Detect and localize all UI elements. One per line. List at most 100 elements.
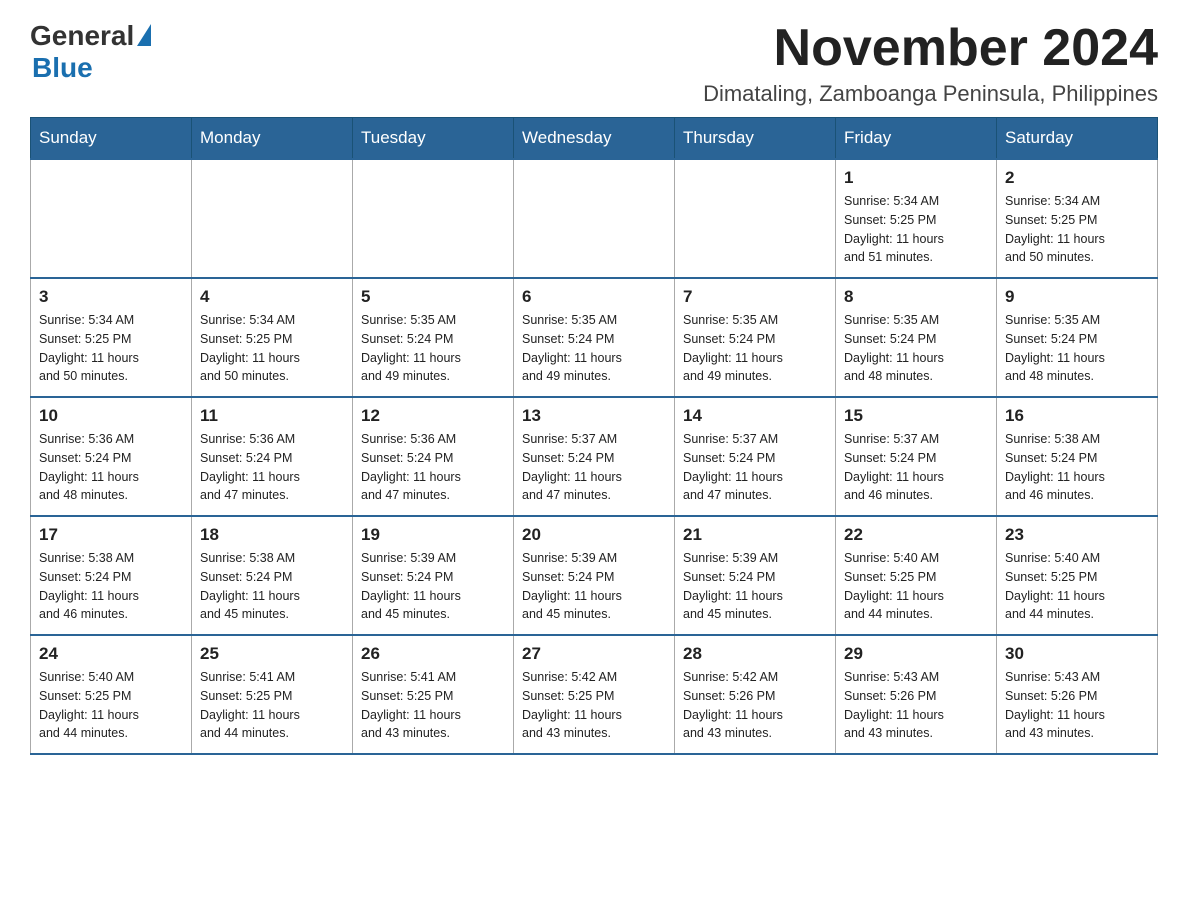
calendar-cell: 15 Sunrise: 5:37 AM Sunset: 5:24 PM Dayli… (836, 397, 997, 516)
calendar-cell: 29 Sunrise: 5:43 AM Sunset: 5:26 PM Dayli… (836, 635, 997, 754)
day-info: Sunrise: 5:35 AM Sunset: 5:24 PM Dayligh… (844, 311, 988, 386)
day-info: Sunrise: 5:35 AM Sunset: 5:24 PM Dayligh… (1005, 311, 1149, 386)
day-number: 9 (1005, 287, 1149, 307)
day-number: 24 (39, 644, 183, 664)
day-info: Sunrise: 5:37 AM Sunset: 5:24 PM Dayligh… (522, 430, 666, 505)
calendar-cell (31, 159, 192, 278)
week-row-2: 3 Sunrise: 5:34 AM Sunset: 5:25 PM Daylig… (31, 278, 1158, 397)
logo-triangle-icon (137, 24, 151, 46)
day-number: 3 (39, 287, 183, 307)
day-number: 30 (1005, 644, 1149, 664)
calendar-cell: 10 Sunrise: 5:36 AM Sunset: 5:24 PM Dayli… (31, 397, 192, 516)
calendar-cell: 24 Sunrise: 5:40 AM Sunset: 5:25 PM Dayli… (31, 635, 192, 754)
day-number: 2 (1005, 168, 1149, 188)
day-number: 20 (522, 525, 666, 545)
day-info: Sunrise: 5:42 AM Sunset: 5:26 PM Dayligh… (683, 668, 827, 743)
day-info: Sunrise: 5:40 AM Sunset: 5:25 PM Dayligh… (39, 668, 183, 743)
day-number: 22 (844, 525, 988, 545)
day-info: Sunrise: 5:37 AM Sunset: 5:24 PM Dayligh… (683, 430, 827, 505)
day-number: 1 (844, 168, 988, 188)
weekday-header-thursday: Thursday (675, 118, 836, 160)
day-info: Sunrise: 5:34 AM Sunset: 5:25 PM Dayligh… (200, 311, 344, 386)
location-subtitle: Dimataling, Zamboanga Peninsula, Philipp… (703, 81, 1158, 107)
week-row-1: 1 Sunrise: 5:34 AM Sunset: 5:25 PM Daylig… (31, 159, 1158, 278)
day-info: Sunrise: 5:43 AM Sunset: 5:26 PM Dayligh… (844, 668, 988, 743)
title-area: November 2024 Dimataling, Zamboanga Peni… (703, 20, 1158, 107)
day-info: Sunrise: 5:36 AM Sunset: 5:24 PM Dayligh… (200, 430, 344, 505)
day-number: 13 (522, 406, 666, 426)
calendar-cell (192, 159, 353, 278)
weekday-header-row: SundayMondayTuesdayWednesdayThursdayFrid… (31, 118, 1158, 160)
calendar-cell: 30 Sunrise: 5:43 AM Sunset: 5:26 PM Dayli… (997, 635, 1158, 754)
day-number: 6 (522, 287, 666, 307)
calendar-cell: 9 Sunrise: 5:35 AM Sunset: 5:24 PM Daylig… (997, 278, 1158, 397)
header: General Blue November 2024 Dimataling, Z… (30, 20, 1158, 107)
day-number: 18 (200, 525, 344, 545)
calendar-cell: 7 Sunrise: 5:35 AM Sunset: 5:24 PM Daylig… (675, 278, 836, 397)
weekday-header-tuesday: Tuesday (353, 118, 514, 160)
day-info: Sunrise: 5:34 AM Sunset: 5:25 PM Dayligh… (844, 192, 988, 267)
weekday-header-wednesday: Wednesday (514, 118, 675, 160)
day-number: 29 (844, 644, 988, 664)
day-number: 4 (200, 287, 344, 307)
calendar-cell: 18Sunrise: 5:38 AM Sunset: 5:24 PM Dayli… (192, 516, 353, 635)
calendar-cell: 6Sunrise: 5:35 AM Sunset: 5:24 PM Daylig… (514, 278, 675, 397)
calendar-cell: 3Sunrise: 5:34 AM Sunset: 5:25 PM Daylig… (31, 278, 192, 397)
calendar-cell: 26Sunrise: 5:41 AM Sunset: 5:25 PM Dayli… (353, 635, 514, 754)
day-number: 23 (1005, 525, 1149, 545)
calendar-cell: 17 Sunrise: 5:38 AM Sunset: 5:24 PM Dayli… (31, 516, 192, 635)
day-info: Sunrise: 5:37 AM Sunset: 5:24 PM Dayligh… (844, 430, 988, 505)
day-number: 15 (844, 406, 988, 426)
calendar-cell: 19 Sunrise: 5:39 AM Sunset: 5:24 PM Dayli… (353, 516, 514, 635)
day-info: Sunrise: 5:40 AM Sunset: 5:25 PM Dayligh… (844, 549, 988, 624)
day-info: Sunrise: 5:40 AM Sunset: 5:25 PM Dayligh… (1005, 549, 1149, 624)
day-number: 16 (1005, 406, 1149, 426)
calendar-cell: 22 Sunrise: 5:40 AM Sunset: 5:25 PM Dayli… (836, 516, 997, 635)
calendar-cell: 25 Sunrise: 5:41 AM Sunset: 5:25 PM Dayli… (192, 635, 353, 754)
calendar-cell: 20 Sunrise: 5:39 AM Sunset: 5:24 PM Dayli… (514, 516, 675, 635)
calendar-cell: 27 Sunrise: 5:42 AM Sunset: 5:25 PM Dayli… (514, 635, 675, 754)
day-info: Sunrise: 5:42 AM Sunset: 5:25 PM Dayligh… (522, 668, 666, 743)
week-row-3: 10 Sunrise: 5:36 AM Sunset: 5:24 PM Dayli… (31, 397, 1158, 516)
calendar-cell: 28 Sunrise: 5:42 AM Sunset: 5:26 PM Dayli… (675, 635, 836, 754)
day-info: Sunrise: 5:41 AM Sunset: 5:25 PM Dayligh… (200, 668, 344, 743)
day-number: 10 (39, 406, 183, 426)
calendar-cell: 16 Sunrise: 5:38 AM Sunset: 5:24 PM Dayli… (997, 397, 1158, 516)
day-info: Sunrise: 5:43 AM Sunset: 5:26 PM Dayligh… (1005, 668, 1149, 743)
month-title: November 2024 (703, 20, 1158, 77)
day-number: 19 (361, 525, 505, 545)
day-number: 12 (361, 406, 505, 426)
day-info: Sunrise: 5:38 AM Sunset: 5:24 PM Dayligh… (39, 549, 183, 624)
day-number: 17 (39, 525, 183, 545)
day-info: Sunrise: 5:41 AM Sunset: 5:25 PM Dayligh… (361, 668, 505, 743)
day-info: Sunrise: 5:36 AM Sunset: 5:24 PM Dayligh… (39, 430, 183, 505)
week-row-4: 17 Sunrise: 5:38 AM Sunset: 5:24 PM Dayli… (31, 516, 1158, 635)
day-info: Sunrise: 5:39 AM Sunset: 5:24 PM Dayligh… (522, 549, 666, 624)
weekday-header-saturday: Saturday (997, 118, 1158, 160)
day-number: 14 (683, 406, 827, 426)
day-info: Sunrise: 5:39 AM Sunset: 5:24 PM Dayligh… (361, 549, 505, 624)
day-number: 25 (200, 644, 344, 664)
weekday-header-friday: Friday (836, 118, 997, 160)
weekday-header-sunday: Sunday (31, 118, 192, 160)
day-number: 21 (683, 525, 827, 545)
day-info: Sunrise: 5:36 AM Sunset: 5:24 PM Dayligh… (361, 430, 505, 505)
calendar-cell: 21 Sunrise: 5:39 AM Sunset: 5:24 PM Dayli… (675, 516, 836, 635)
day-number: 28 (683, 644, 827, 664)
calendar-cell: 4 Sunrise: 5:34 AM Sunset: 5:25 PM Daylig… (192, 278, 353, 397)
day-number: 8 (844, 287, 988, 307)
day-info: Sunrise: 5:38 AM Sunset: 5:24 PM Dayligh… (1005, 430, 1149, 505)
day-number: 5 (361, 287, 505, 307)
logo: General Blue (30, 20, 151, 84)
calendar-table: SundayMondayTuesdayWednesdayThursdayFrid… (30, 117, 1158, 755)
week-row-5: 24 Sunrise: 5:40 AM Sunset: 5:25 PM Dayli… (31, 635, 1158, 754)
calendar-cell: 8 Sunrise: 5:35 AM Sunset: 5:24 PM Daylig… (836, 278, 997, 397)
calendar-cell: 13 Sunrise: 5:37 AM Sunset: 5:24 PM Dayli… (514, 397, 675, 516)
day-info: Sunrise: 5:35 AM Sunset: 5:24 PM Dayligh… (683, 311, 827, 386)
calendar-cell: 1 Sunrise: 5:34 AM Sunset: 5:25 PM Daylig… (836, 159, 997, 278)
day-number: 7 (683, 287, 827, 307)
calendar-cell: 12 Sunrise: 5:36 AM Sunset: 5:24 PM Dayli… (353, 397, 514, 516)
logo-general-text: General (30, 20, 134, 52)
day-number: 27 (522, 644, 666, 664)
day-info: Sunrise: 5:39 AM Sunset: 5:24 PM Dayligh… (683, 549, 827, 624)
